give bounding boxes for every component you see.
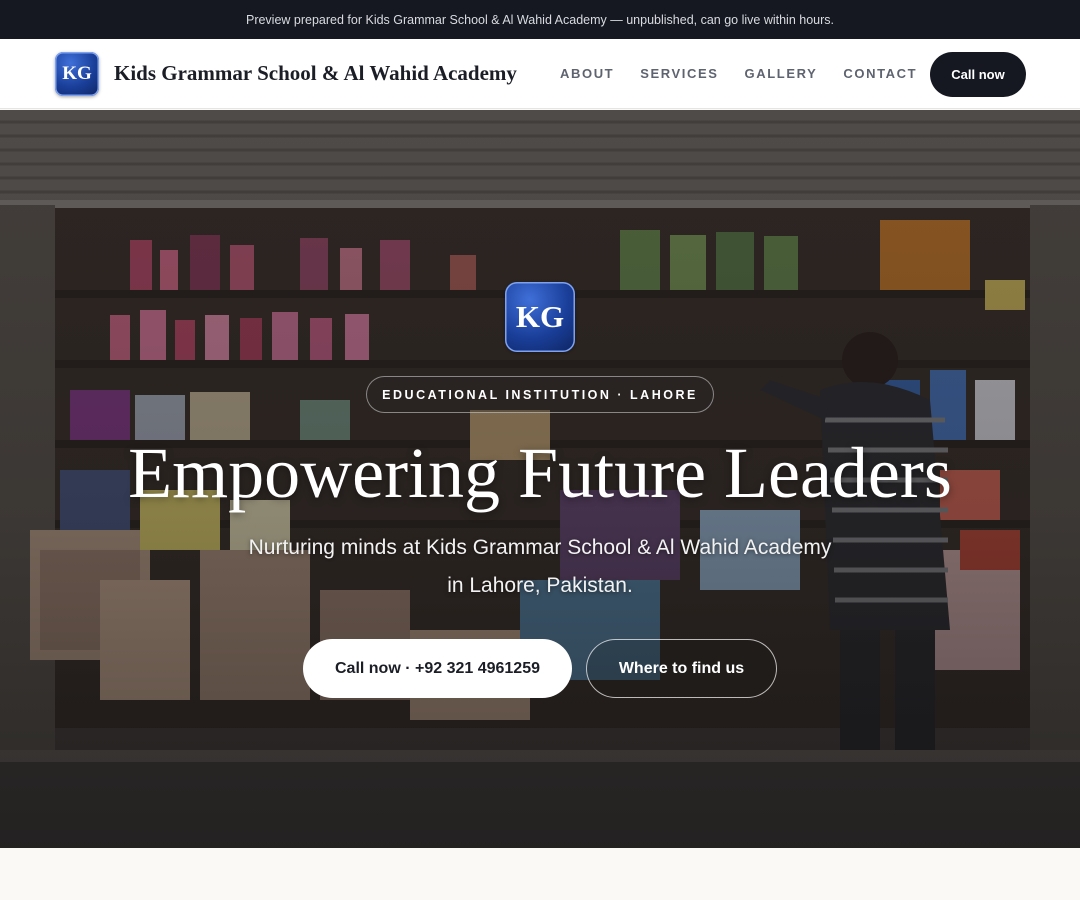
hero-eyebrow-badge: EDUCATIONAL INSTITUTION · LAHORE (366, 376, 714, 413)
brand-name[interactable]: Kids Grammar School & Al Wahid Academy (114, 61, 517, 86)
hero-logo-text: KG (515, 299, 565, 334)
logo-text: KG (62, 63, 92, 84)
nav-link-services[interactable]: SERVICES (640, 66, 718, 81)
call-now-phone-button[interactable]: Call now · +92 321 4961259 (303, 639, 572, 698)
nav-link-gallery[interactable]: GALLERY (745, 66, 818, 81)
nav-link-contact[interactable]: CONTACT (843, 66, 917, 81)
hero-section: KG EDUCATIONAL INSTITUTION · LAHORE Empo… (0, 110, 1080, 848)
hero-logo-icon: KG (505, 282, 575, 352)
preview-banner-text: Preview prepared for Kids Grammar School… (245, 12, 834, 27)
nav-links: ABOUT SERVICES GALLERY CONTACT (560, 66, 943, 81)
hero-title: Empowering Future Leaders (128, 433, 952, 513)
hero-subtitle-line1: Nurturing minds at Kids Grammar School &… (248, 536, 832, 559)
hero-subtitle-line2: in Lahore, Pakistan. (447, 574, 633, 597)
navbar: KG Kids Grammar School & Al Wahid Academ… (0, 39, 1080, 109)
call-now-button[interactable]: Call now (930, 52, 1026, 97)
where-to-find-us-button[interactable]: Where to find us (586, 639, 777, 698)
below-hero-section (0, 848, 1080, 900)
nav-link-about[interactable]: ABOUT (560, 66, 614, 81)
logo-icon[interactable]: KG (55, 52, 99, 96)
preview-banner: Preview prepared for Kids Grammar School… (0, 0, 1080, 39)
